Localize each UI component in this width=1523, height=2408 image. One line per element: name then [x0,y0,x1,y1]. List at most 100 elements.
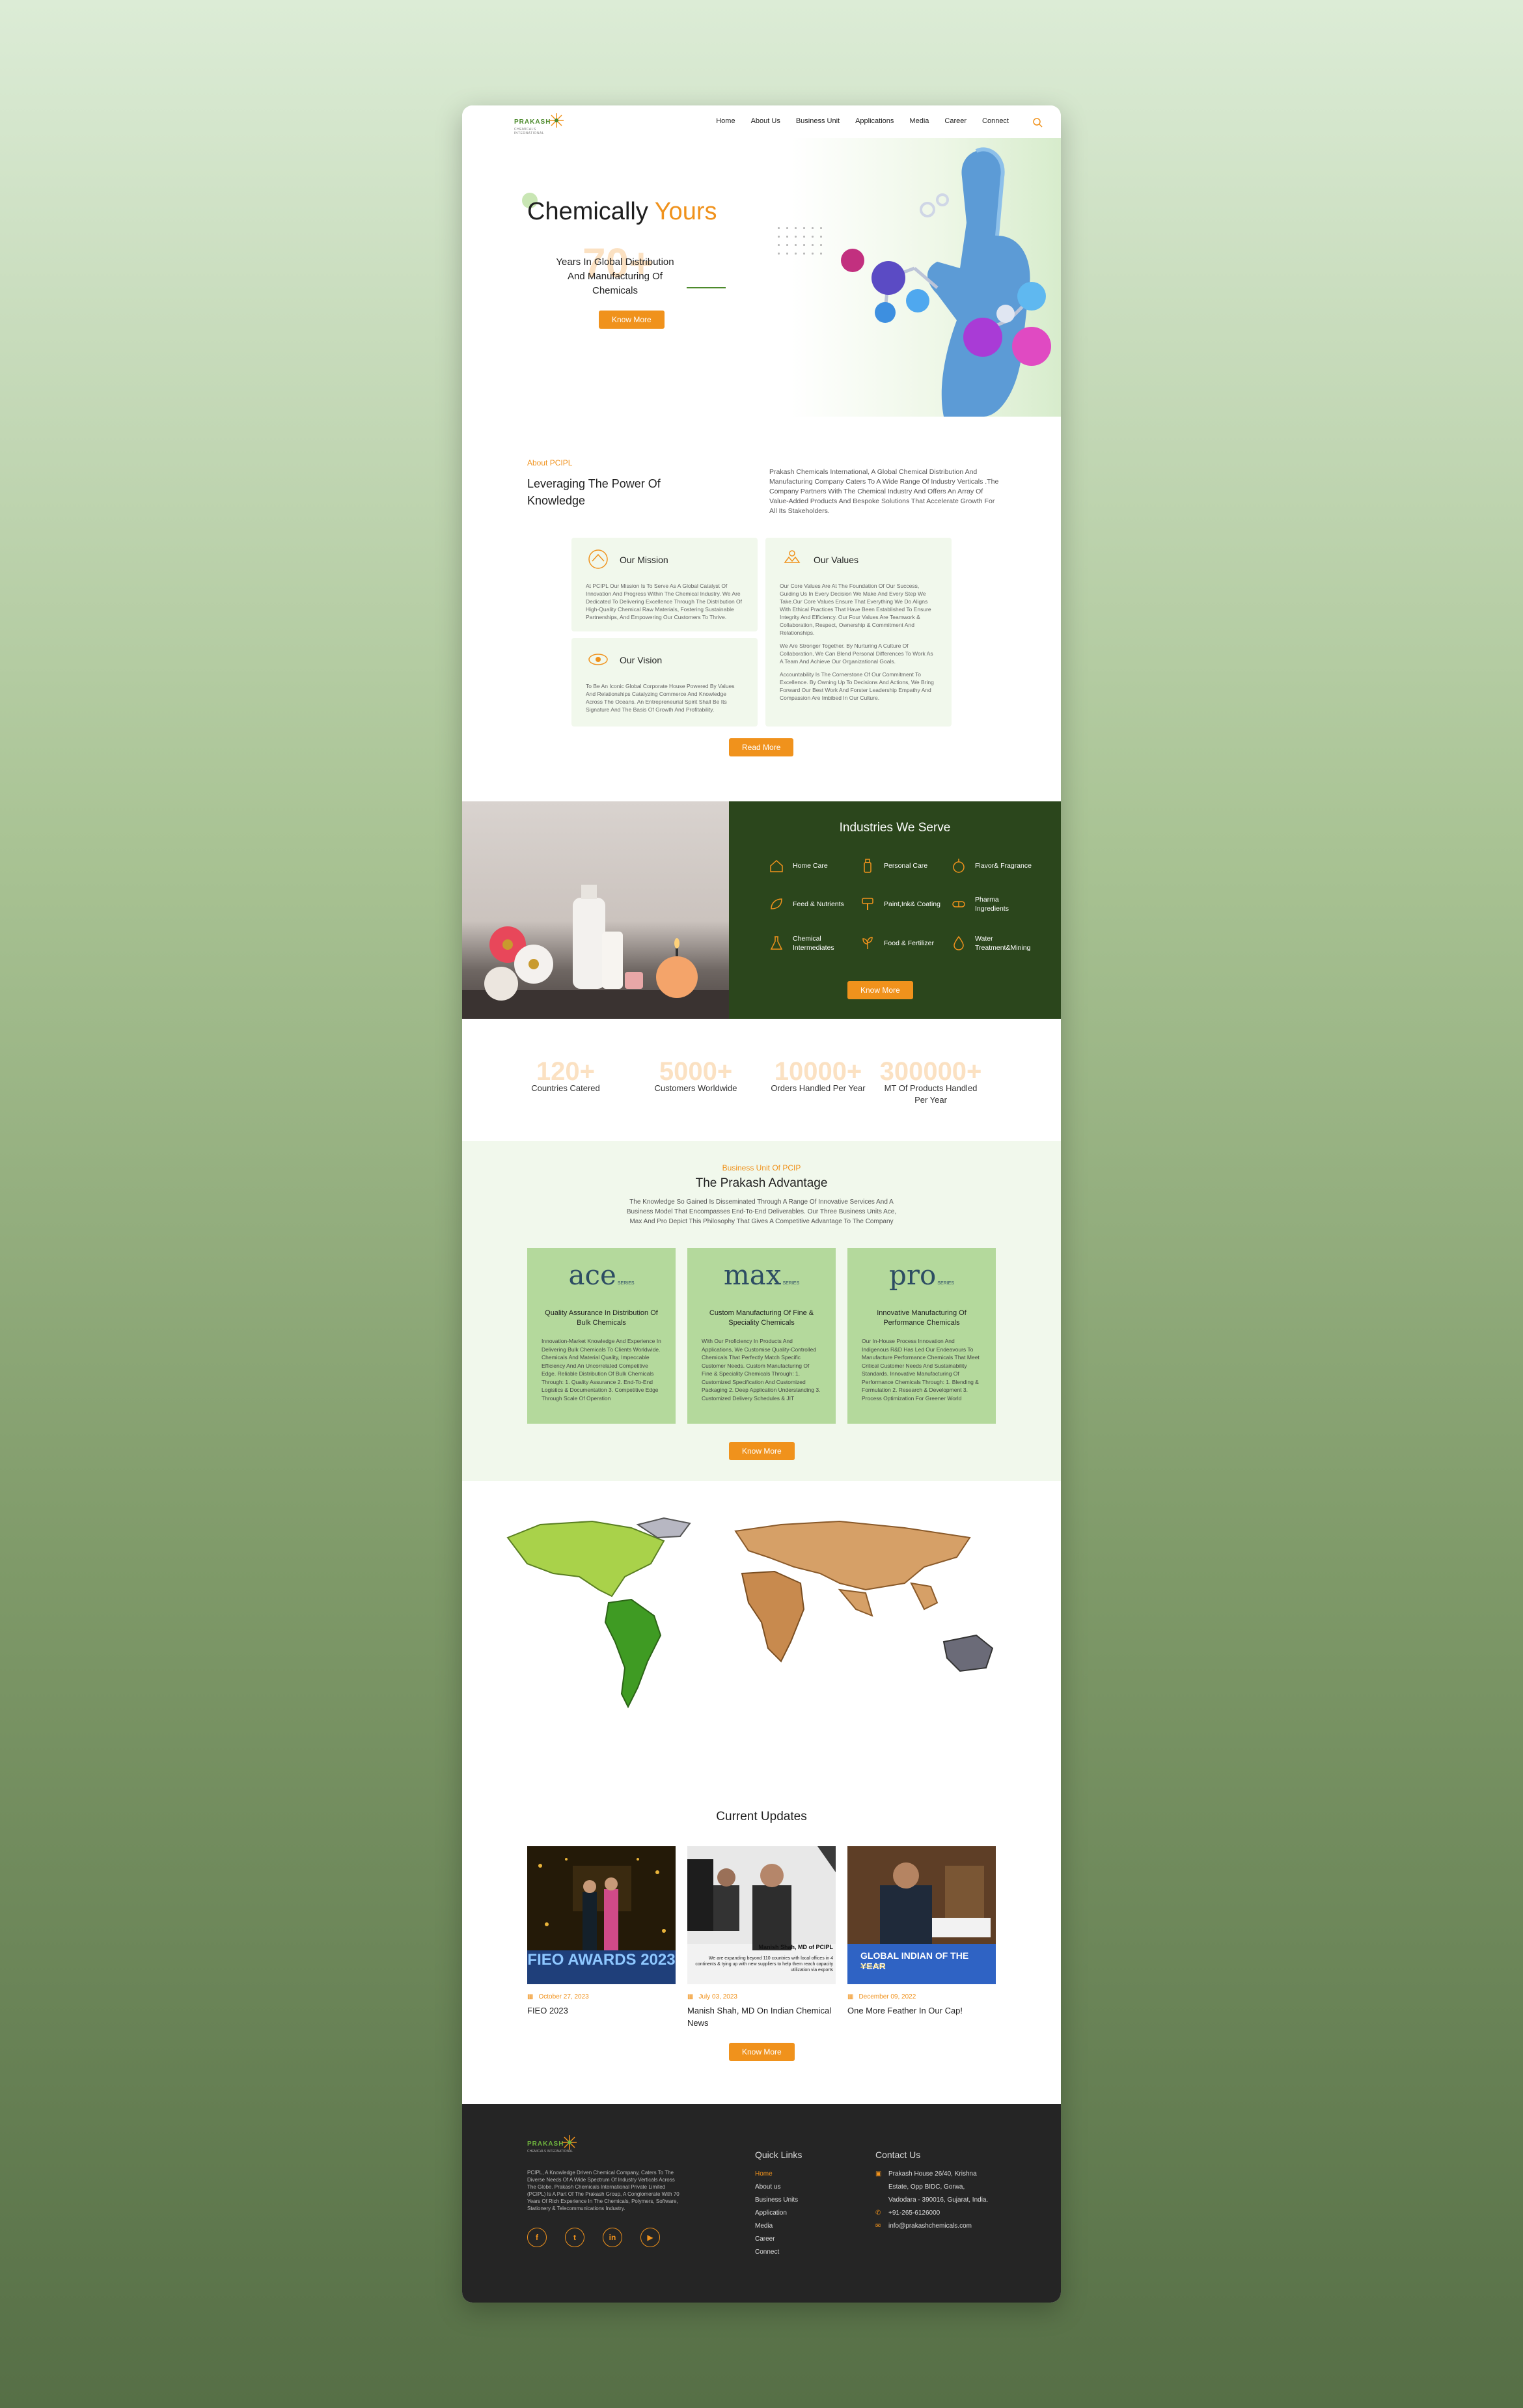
personal-care-icon [864,859,871,873]
advantage-section: Business Unit Of PCIP The Prakash Advant… [462,1141,1061,1481]
brand-name: PRAKASH [514,118,551,126]
stat-orders: 10000+ Orders Handled Per Year [771,1057,866,1093]
facebook-icon[interactable]: f [527,2228,547,2247]
update-date: ▦ July 03, 2023 [687,1993,737,2000]
youtube-icon[interactable]: ▶ [640,2228,660,2247]
spa-products-image [462,801,729,1019]
stat-products: 300000+ MT Of Products Handled Per Year [879,1057,982,1105]
footer-link-career[interactable]: Career [755,2233,798,2246]
values-icon [784,550,801,563]
stats-section: 120+ Countries Catered 5000+ Customers Wor… [462,1019,1061,1141]
email-text[interactable]: info@prakashchemicals.com [888,2220,972,2233]
nav-connect[interactable]: Connect [982,117,1009,125]
industries-know-more-button[interactable]: Know More [847,981,913,999]
footer-logo[interactable]: PRAKASH CHEMICALS INTERNATIONAL [527,2134,579,2155]
vision-card: Our Vision To Be An Iconic Global Corpor… [571,638,758,727]
stat-countries: 120+ Countries Catered [531,1057,600,1093]
nav-applications[interactable]: Applications [855,117,894,125]
building-icon: ▣ [875,2170,882,2178]
brand-star-icon [549,113,564,128]
values-text-1: Our Core Values Are At The Foundation Of… [780,583,931,636]
industry-item[interactable]: Chemical Intermediates [768,934,859,952]
nav-home[interactable]: Home [716,117,735,125]
twitter-icon[interactable]: t [565,2228,584,2247]
hero-title: Chemically Yours [527,198,717,225]
about-kicker: About PCIPL [527,458,573,467]
address-text: Prakash House 26/40, Krishna Estate, Opp… [888,2170,989,2204]
industry-item[interactable]: Personal Care [859,857,950,874]
about-read-more-button[interactable]: Read More [729,738,794,756]
nav-career[interactable]: Career [944,117,967,125]
stat-customers: 5000+ Customers Worldwide [654,1057,737,1093]
footer-link-about[interactable]: About us [755,2181,798,2194]
water-drop-icon [954,935,964,950]
about-title: Leveraging The Power Of Knowledge [527,477,661,507]
industry-item[interactable]: Pharma Ingredients [950,895,1041,913]
updates-know-more-button[interactable]: Know More [729,2043,795,2061]
quick-links: Home About us Business Units Application… [755,2168,798,2259]
hero-know-more-button[interactable]: Know More [599,311,665,329]
search-icon[interactable] [1032,117,1043,128]
industries-panel: Industries We Serve Home Care Personal C… [729,801,1061,1019]
mission-card: Our Mission At PCIPL Our Mission Is To S… [571,538,758,631]
update-card[interactable]: Manish Shah, MD of PCIPL We are expandin… [687,1846,836,2029]
footer-link-business-units[interactable]: Business Units [755,2194,798,2207]
world-map-illustration [506,1517,994,1709]
hero-subtitle: Years In Global Distribution And Manufac… [556,256,674,296]
max-series-card[interactable]: max SERIES Custom Manufacturing Of Fine &… [687,1248,836,1424]
contact-title: Contact Us [875,2150,921,2160]
advantage-title: The Prakash Advantage [695,1176,828,1190]
footer-link-media[interactable]: Media [755,2220,798,2233]
dot-grid-decoration [775,224,825,260]
footer-link-home[interactable]: Home [755,2168,798,2181]
mail-icon: ✉ [875,2222,881,2230]
update-date: ▦ October 27, 2023 [527,1993,589,2000]
vision-text: To Be An Iconic Global Corporate House P… [586,683,735,713]
values-text-3: Accountability Is The Cornerstone Of Our… [780,671,934,701]
update-title: FIEO 2023 [527,2006,568,2015]
main-menu: Home About Us Business Unit Applications… [716,117,1009,125]
mission-text: At PCIPL Our Mission Is To Serve As A Gl… [586,583,743,620]
phone-text[interactable]: +91-265-6126000 [888,2207,940,2220]
manish-caption: Manish Shah, MD of PCIPL [758,1944,833,1950]
calendar-icon: ▦ [527,1993,534,2000]
values-text-2: We Are Stronger Together. By Nurturing A… [780,643,933,665]
advantage-know-more-button[interactable]: Know More [729,1442,795,1460]
nav-media[interactable]: Media [909,117,929,125]
ace-logo: ace SERIES [568,1259,635,1291]
industry-item[interactable]: Water Treatment&Mining [950,934,1041,952]
advantage-text: The Knowledge So Gained Is Disseminated … [626,1198,897,1225]
calendar-icon: ▦ [687,1993,694,2000]
footer-link-application[interactable]: Application [755,2207,798,2220]
linkedin-icon[interactable]: in [603,2228,622,2247]
page: PRAKASH CHEMICALS INTERNATIONAL Home Abo… [462,105,1061,2303]
brand-star-icon [562,2135,577,2150]
flavor-fragrance-icon [953,859,965,873]
footer-link-connect[interactable]: Connect [755,2246,798,2259]
industry-item[interactable]: Home Care [768,857,859,874]
fieo-award-image: FIEO AWARDS 2023 [527,1846,676,1984]
home-care-icon [770,859,783,872]
industry-item[interactable]: Feed & Nutrients [768,895,859,913]
industry-item[interactable]: Paint,Ink& Coating [859,895,950,913]
nav-business-unit[interactable]: Business Unit [796,117,840,125]
feed-nutrients-icon [771,898,782,909]
update-card[interactable]: FIEO AWARDS 2023 ▦ October 27, 2023 FIEO … [527,1846,676,2017]
industries-title: Industries We Serve [839,821,951,835]
spa-illustration [462,885,729,1019]
pro-logo: pro SERIES [889,1259,954,1291]
nav-about[interactable]: About Us [751,117,780,125]
mission-title: Our Mission [620,555,668,565]
industry-item[interactable]: Food & Fertilizer [859,934,950,952]
updates-title: Current Updates [716,1810,807,1823]
industry-item[interactable]: Flavor& Fragrance [950,857,1041,874]
ace-series-card[interactable]: ace SERIES Quality Assurance In Distribut… [527,1248,676,1424]
food-fertilizer-icon [862,937,873,949]
update-card[interactable]: GLOBAL INDIAN OF THE YEAR 2022-2023 ▦ Dec… [847,1846,996,2017]
brand-logo[interactable]: PRAKASH CHEMICALS INTERNATIONAL [514,112,566,135]
vision-title: Our Vision [620,655,663,665]
global-indian-image: GLOBAL INDIAN OF THE YEAR 2022-2023 [847,1846,996,1984]
phone-icon: ✆ [875,2209,881,2217]
pro-series-card[interactable]: pro SERIES Innovative Manufacturing Of Pe… [847,1248,996,1424]
footer-description: PCIPL, A Knowledge Driven Chemical Compa… [527,2170,679,2211]
